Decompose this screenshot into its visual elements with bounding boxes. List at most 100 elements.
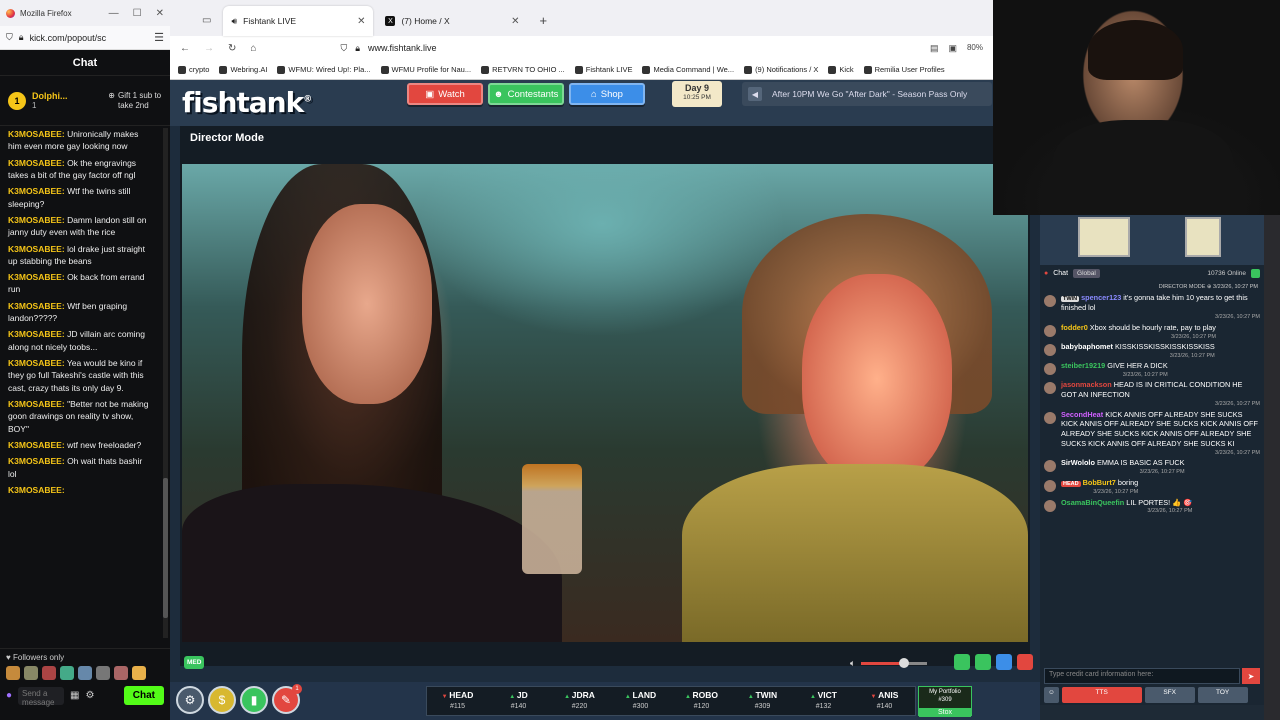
portfolio-widget[interactable]: My Portfolio #309 Stox	[918, 686, 972, 717]
scrollbar-thumb[interactable]	[163, 478, 168, 618]
kick-chat-username[interactable]: K3MOSABEE:	[8, 129, 65, 139]
avatar[interactable]	[1044, 382, 1056, 395]
reload-icon[interactable]: ↻	[228, 43, 236, 54]
avatar[interactable]	[1044, 499, 1056, 512]
clip-icon[interactable]	[954, 654, 970, 670]
reader-icon[interactable]: ▤	[930, 43, 939, 54]
kick-chat-username[interactable]: K3MOSABEE:	[8, 358, 65, 368]
bookmark-item[interactable]: Fishtank LIVE	[574, 65, 632, 74]
hamburger-menu-icon[interactable]: ☰	[154, 31, 164, 44]
kick-chat-username[interactable]: K3MOSABEE:	[8, 215, 65, 225]
camera-ticker-item[interactable]: ▲ JD #140	[488, 687, 549, 715]
chat-username[interactable]: steiber19219	[1061, 361, 1105, 370]
camera-ticker-item[interactable]: ▲ ROBO #120	[671, 687, 732, 715]
camera-ticker-item[interactable]: ▼ HEAD #115	[427, 687, 488, 715]
global-toggle[interactable]: Global	[1073, 268, 1100, 278]
emoji-icon[interactable]: ☺	[1044, 687, 1059, 703]
avatar[interactable]	[1044, 343, 1056, 356]
zoom-level[interactable]: 80%	[967, 43, 983, 54]
stox-button[interactable]: Stox	[919, 707, 971, 717]
kick-chat-username[interactable]: K3MOSABEE:	[8, 329, 65, 339]
bookmark-item[interactable]: crypto	[178, 65, 209, 74]
kick-chat-username[interactable]: K3MOSABEE:	[8, 485, 65, 495]
record-icon[interactable]	[1017, 654, 1033, 670]
store-icon[interactable]: ▦	[70, 690, 79, 701]
kick-chat-username[interactable]: K3MOSABEE:	[8, 301, 65, 311]
avatar[interactable]	[1044, 295, 1056, 307]
camera-ticker-item[interactable]: ▲ VICT #132	[793, 687, 854, 715]
kick-chat-username[interactable]: K3MOSABEE:	[8, 272, 65, 282]
shield-icon[interactable]: ⛉	[6, 32, 13, 43]
chat-username[interactable]: OsamaBinQueefin	[1061, 498, 1124, 507]
tab-x-home[interactable]: X (7) Home / X ✕	[377, 6, 527, 36]
tab-list-icon[interactable]: ▭	[202, 6, 211, 36]
kick-url[interactable]: kick.com/popout/sc	[30, 33, 107, 43]
users-icon[interactable]	[1251, 268, 1260, 278]
url-bar[interactable]: ⛉ 🔒︎ www.fishtank.live	[340, 43, 436, 54]
chevron-left-icon[interactable]: ◀	[748, 87, 762, 101]
contestant-card[interactable]	[1078, 217, 1130, 257]
bookmark-item[interactable]: Webring.AI	[219, 65, 267, 74]
bookmark-item[interactable]: (9) Notifications / X	[744, 65, 818, 74]
cast-icon[interactable]	[975, 654, 991, 670]
bookmark-item[interactable]: RETVRN TO OHIO ...	[481, 65, 565, 74]
emote[interactable]	[6, 666, 20, 680]
sfx-button[interactable]: SFX	[1144, 687, 1195, 703]
emote[interactable]	[114, 666, 128, 680]
avatar[interactable]	[1044, 479, 1056, 492]
gifter-name[interactable]: Dolphi...	[32, 91, 68, 101]
maximize-icon[interactable]: ☐	[133, 8, 142, 19]
kick-chat-username[interactable]: K3MOSABEE:	[8, 158, 65, 168]
video-frame[interactable]	[182, 164, 1028, 642]
avatar[interactable]	[1044, 460, 1056, 473]
minimize-icon[interactable]: —	[109, 8, 119, 19]
contestant-card[interactable]	[1185, 217, 1221, 257]
tab-fishtank[interactable]: 🔊︎ Fishtank LIVE ✕	[223, 6, 374, 36]
kick-message-input[interactable]: Send a message	[18, 686, 65, 707]
speaker-icon[interactable]: 🔊︎	[231, 16, 237, 27]
volume-slider[interactable]	[861, 658, 928, 668]
new-tab-icon[interactable]: +	[539, 6, 547, 36]
tab-close-icon[interactable]: ✕	[357, 16, 365, 27]
notifications-button[interactable]: ✎ 1	[272, 684, 302, 714]
camera-ticker-item[interactable]: ▲ LAND #300	[610, 687, 671, 715]
toy-button[interactable]: TOY	[1197, 687, 1248, 703]
chat-username[interactable]: fodder0	[1061, 323, 1088, 332]
items-button[interactable]: ▮	[240, 686, 268, 714]
settings-gear-button[interactable]: ⚙	[176, 686, 204, 714]
emote[interactable]	[42, 666, 56, 680]
coins-button[interactable]: $	[208, 686, 236, 714]
mic-icon[interactable]: ●	[6, 690, 12, 701]
chat-input[interactable]: Type credit card information here:	[1044, 668, 1240, 684]
kick-chat-username[interactable]: K3MOSABEE:	[8, 244, 65, 254]
bookmark-item[interactable]: WFMU: Wired Up!: Pla...	[277, 65, 371, 74]
shield-icon[interactable]: ⛉	[340, 43, 347, 54]
send-icon[interactable]: ➤	[1242, 668, 1260, 684]
chat-send-button[interactable]: Chat	[123, 686, 164, 705]
volume-knob[interactable]	[899, 658, 910, 668]
bookmark-item[interactable]: WFMU Profile for Nau...	[380, 65, 471, 74]
kick-chat-username[interactable]: K3MOSABEE:	[8, 399, 65, 409]
tab-close-icon[interactable]: ✕	[511, 16, 519, 27]
settings-icon[interactable]: ⚙	[86, 690, 95, 701]
kick-chat-username[interactable]: K3MOSABEE:	[8, 440, 65, 450]
emote[interactable]	[24, 666, 38, 680]
forward-icon[interactable]: →	[204, 43, 214, 54]
avatar[interactable]	[1044, 363, 1056, 376]
chat-username[interactable]: BobBurt7	[1083, 478, 1116, 487]
bookmark-icon[interactable]: ▣	[948, 43, 957, 54]
chat-username[interactable]: jasonmackson	[1061, 380, 1112, 389]
avatar[interactable]	[1044, 324, 1056, 337]
kick-chat-username[interactable]: K3MOSABEE:	[8, 456, 65, 466]
chat-username[interactable]: SirWololo	[1061, 458, 1095, 467]
back-icon[interactable]: ←	[180, 43, 190, 54]
shop-button[interactable]: ⌂ Shop	[569, 83, 645, 105]
tts-button[interactable]: TTS	[1061, 687, 1142, 703]
quality-badge[interactable]: MED	[184, 656, 205, 669]
bookmark-item[interactable]: Remilia User Profiles	[863, 65, 945, 74]
close-icon[interactable]: ✕	[156, 8, 164, 19]
volume-icon[interactable]: 🔈︎	[850, 658, 855, 669]
emote[interactable]	[60, 666, 74, 680]
camera-ticker-item[interactable]: ▼ ANIS #140	[854, 687, 915, 715]
fishtank-logo[interactable]: fishtank®	[182, 86, 312, 119]
